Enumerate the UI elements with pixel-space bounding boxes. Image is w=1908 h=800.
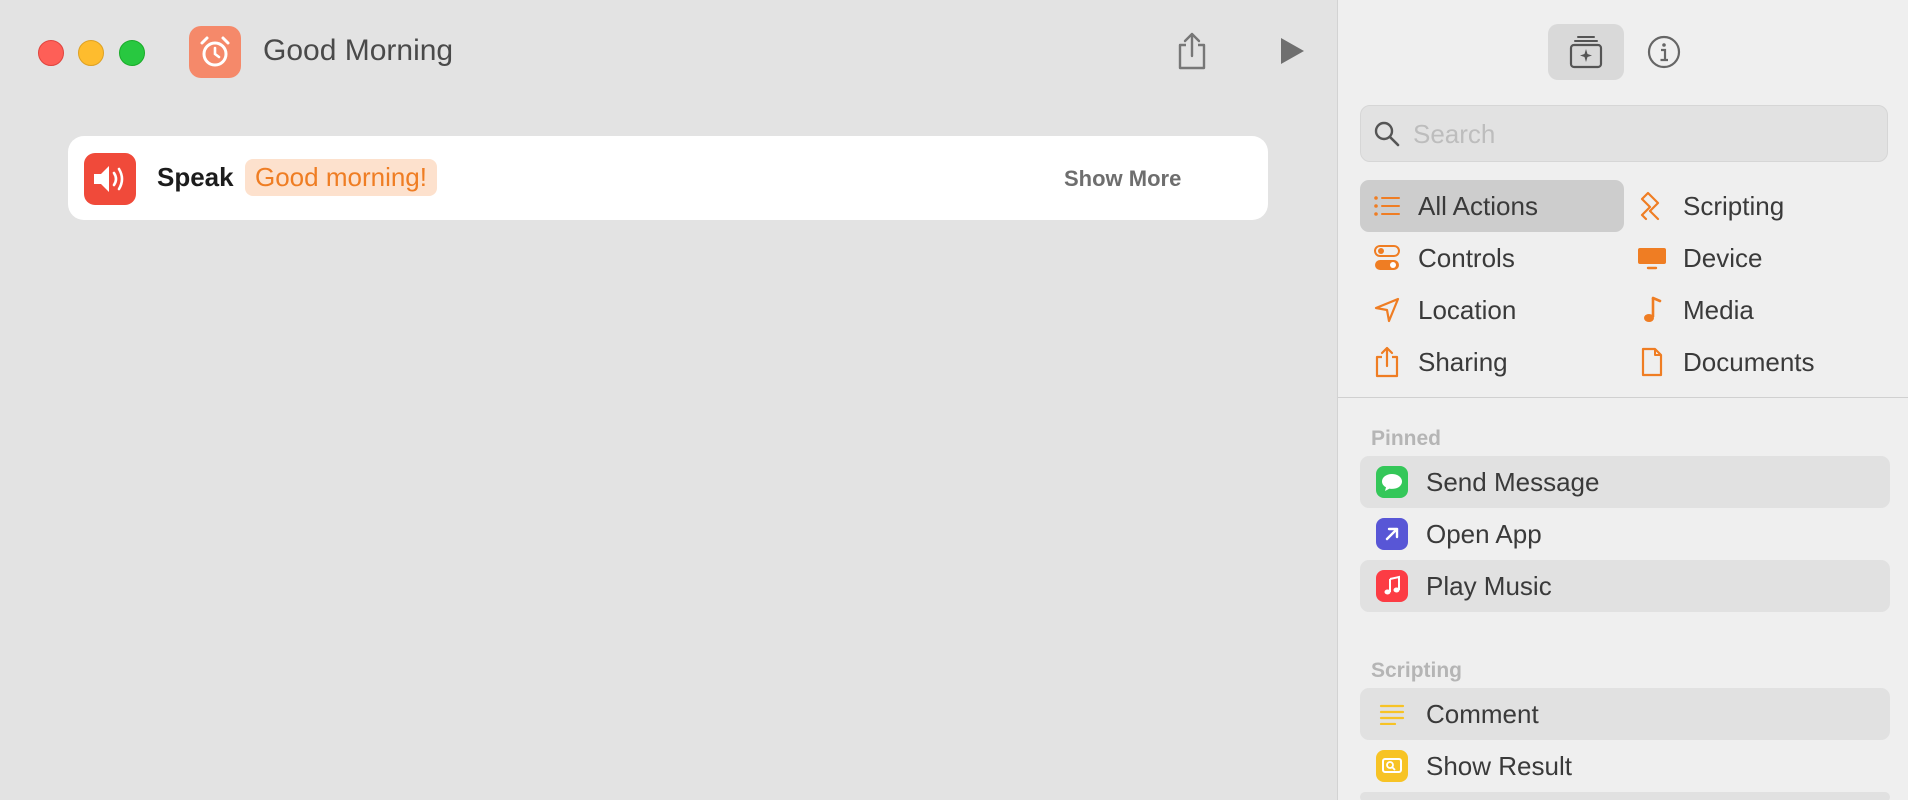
category-label: All Actions [1418,190,1538,221]
display-icon [1637,243,1667,273]
action-library-sidebar: All Actions Scripting Controls [1337,0,1908,800]
open-app-icon [1376,518,1408,550]
comment-icon [1376,698,1408,730]
category-label: Media [1683,294,1754,325]
list-icon [1372,191,1402,221]
music-note-icon [1637,295,1667,325]
pinned-send-message[interactable]: Send Message [1360,456,1890,508]
scripting-show-result[interactable]: Show Result [1360,740,1890,792]
scripting-icon [1637,191,1667,221]
action-library-tab[interactable] [1548,24,1624,80]
speaker-icon [84,153,136,205]
speak-text-parameter[interactable]: Good morning! [245,159,437,196]
toggles-icon [1372,243,1402,273]
category-controls[interactable]: Controls [1360,232,1624,284]
shortcuts-window: Good Morning Speak Good morning! Show Mo… [0,0,1908,800]
minimize-window-button[interactable] [78,40,104,66]
document-icon [1637,347,1667,377]
scripting-label: Comment [1426,698,1539,729]
action-title: Speak [157,162,234,192]
search-icon [1374,121,1400,147]
share-icon[interactable] [1172,30,1212,72]
category-media[interactable]: Media [1625,284,1889,336]
info-icon[interactable] [1626,24,1702,80]
library-sparkle-icon [1569,36,1603,69]
category-documents[interactable]: Documents [1625,336,1889,388]
category-device[interactable]: Device [1625,232,1889,284]
share-icon [1372,346,1402,378]
pinned-label: Play Music [1426,570,1552,601]
category-location[interactable]: Location [1360,284,1624,336]
show-more-button[interactable]: Show More [1064,166,1181,192]
pinned-label: Open App [1426,518,1542,549]
scripting-next-row[interactable] [1360,792,1890,800]
category-label: Device [1683,242,1763,273]
category-label: Sharing [1418,346,1508,377]
zoom-window-button[interactable] [119,40,145,66]
messages-icon [1376,466,1408,498]
show-result-icon [1376,750,1408,782]
category-label: Documents [1683,346,1815,377]
close-window-button[interactable] [38,40,64,66]
pinned-open-app[interactable]: Open App [1360,508,1890,560]
music-icon [1376,570,1408,602]
pinned-play-music[interactable]: Play Music [1360,560,1890,612]
search-field[interactable] [1360,105,1888,162]
shortcut-title[interactable]: Good Morning [263,34,453,68]
speak-action-card[interactable]: Speak Good morning! Show More [68,136,1268,220]
scripting-label: Show Result [1426,750,1572,781]
sidebar-divider [1338,397,1908,398]
search-input[interactable] [1413,114,1873,154]
alarm-clock-icon[interactable] [189,26,241,78]
category-label: Location [1418,294,1517,325]
pinned-label: Send Message [1426,466,1600,497]
scripting-header: Scripting [1371,659,1463,682]
location-arrow-icon [1372,295,1402,325]
category-scripting[interactable]: Scripting [1625,180,1889,232]
category-all-actions[interactable]: All Actions [1360,180,1624,232]
editor-pane: Good Morning Speak Good morning! Show Mo… [0,0,1337,800]
play-icon[interactable] [1272,30,1312,72]
scripting-comment[interactable]: Comment [1360,688,1890,740]
category-sharing[interactable]: Sharing [1360,336,1624,388]
pinned-header: Pinned [1371,427,1442,450]
category-label: Controls [1418,242,1515,273]
category-label: Scripting [1683,190,1785,221]
